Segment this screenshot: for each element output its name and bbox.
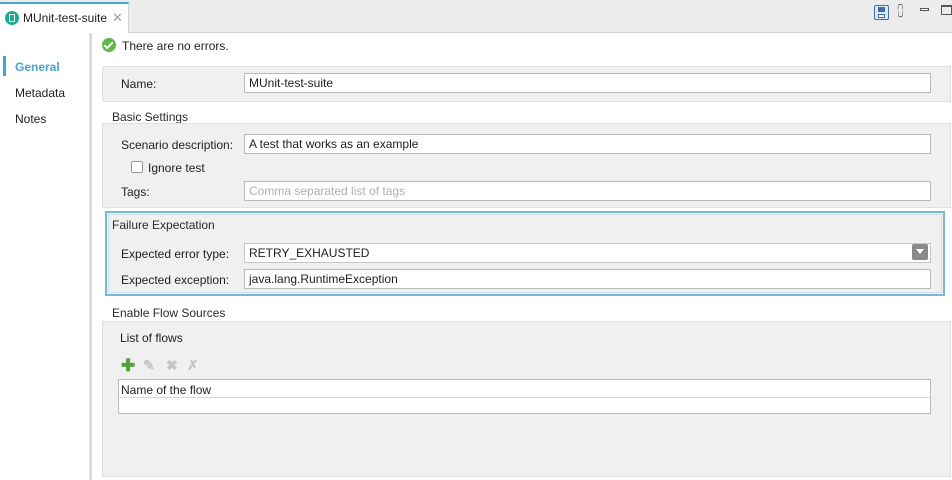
delete-icon[interactable]: ✖ [166,357,178,374]
failure-expectation-title: Failure Expectation [112,218,215,232]
tab-munit-test-suite[interactable]: MUnit-test-suite ✕ [0,2,129,33]
list-of-flows-label: List of flows [120,331,183,345]
expected-error-type-label: Expected error type: [121,247,230,261]
sidebar-item-notes[interactable]: Notes [15,112,46,126]
success-check-icon [102,38,116,52]
editor-tab-bar [0,0,952,33]
sidebar-item-general[interactable]: General [15,60,60,74]
scenario-description-label: Scenario description: [121,138,234,152]
status-message: There are no errors. [122,39,229,53]
edit-icon[interactable]: ✎ [143,357,155,374]
tags-label: Tags: [121,185,150,199]
minimize-icon[interactable] [920,8,929,11]
name-field[interactable]: MUnit-test-suite [244,73,931,93]
flows-table-header: Name of the flow [121,383,212,397]
expected-error-type-value: RETRY_EXHAUSTED [249,246,370,260]
basic-settings-title: Basic Settings [112,110,189,124]
tree-icon[interactable]: ⩇ [897,3,904,20]
maximize-icon[interactable] [941,5,952,15]
sidebar [0,33,90,480]
tags-field[interactable]: Comma separated list of tags [244,181,931,201]
expected-error-type-dropdown[interactable]: RETRY_EXHAUSTED [244,243,931,263]
expected-exception-field[interactable]: java.lang.RuntimeException [244,269,931,289]
chevron-down-icon[interactable] [912,244,928,260]
tab-label: MUnit-test-suite [23,11,108,25]
expected-exception-label: Expected exception: [121,273,230,287]
add-icon[interactable]: ✚ [121,356,135,376]
close-icon[interactable]: ✕ [112,10,123,26]
ignore-test-label: Ignore test [148,161,205,175]
scenario-description-field[interactable]: A test that works as an example [244,134,931,154]
enable-flow-sources-title: Enable Flow Sources [112,306,226,320]
sidebar-active-indicator [3,56,6,76]
munit-suite-icon [5,11,19,25]
ignore-test-checkbox[interactable] [131,161,143,173]
sidebar-item-metadata[interactable]: Metadata [15,86,65,100]
name-label: Name: [121,77,157,91]
table-header-divider [119,397,930,398]
clear-all-icon[interactable]: ✗ [187,357,199,374]
save-icon[interactable] [874,5,889,20]
